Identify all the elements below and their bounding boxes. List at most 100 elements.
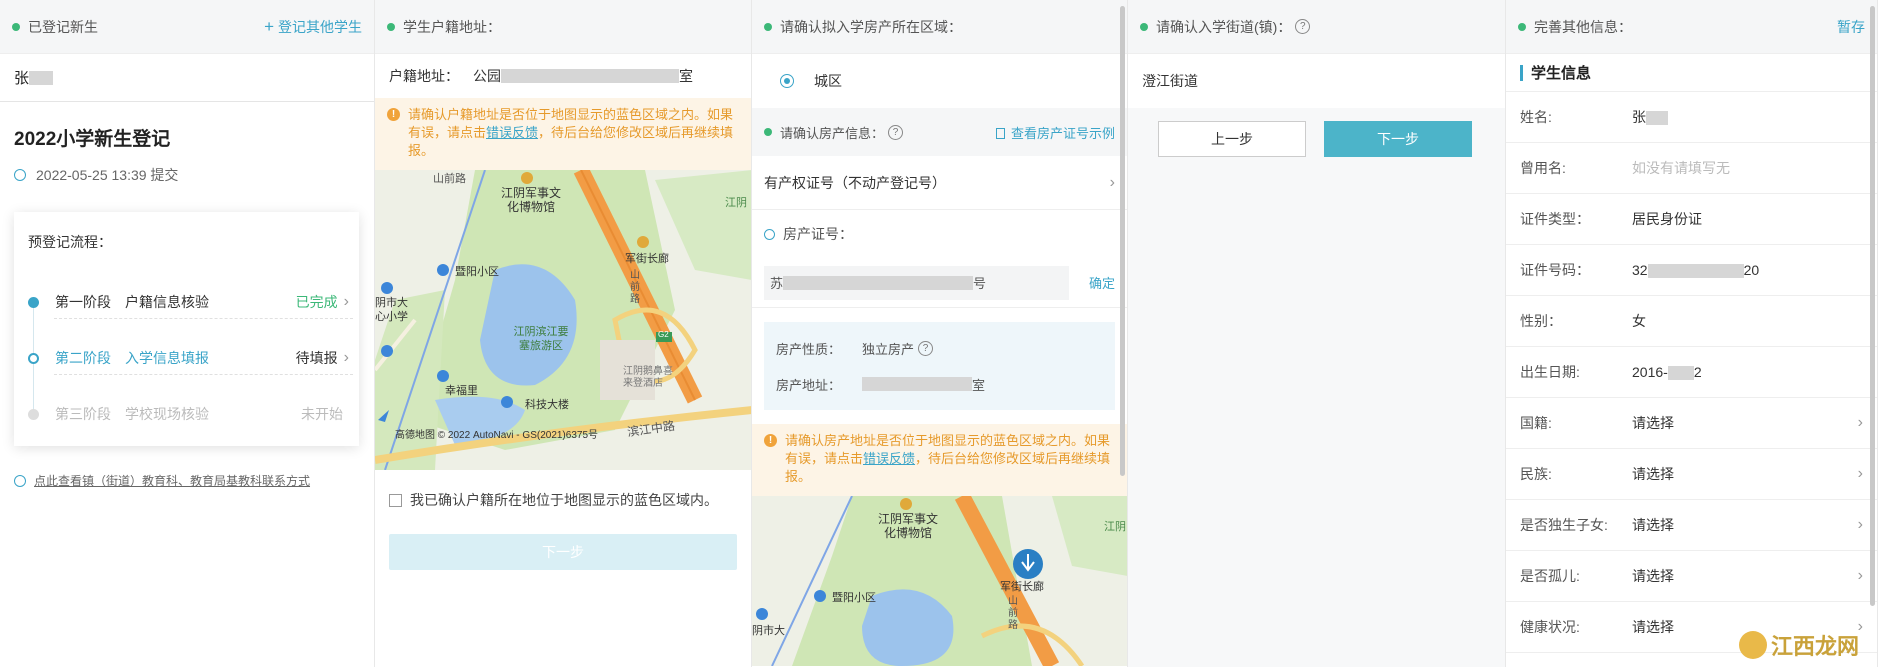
step-done-icon bbox=[28, 296, 39, 308]
step-phase: 第三阶段 bbox=[55, 406, 111, 422]
field-label: 证件号码： bbox=[1520, 262, 1590, 278]
help-icon[interactable]: ? bbox=[918, 340, 934, 356]
plus-icon: + bbox=[264, 16, 275, 36]
map-canvas bbox=[752, 496, 1127, 666]
field-orphan[interactable]: 是否孤儿: 请选择 › bbox=[1506, 551, 1877, 602]
field-label: 是否独生子女: bbox=[1520, 517, 1608, 533]
next-button-disabled[interactable]: 下一步 bbox=[389, 534, 737, 570]
property-nature-value: 独立房产 bbox=[862, 341, 915, 357]
section-bar bbox=[1520, 64, 1523, 81]
field-label: 民族: bbox=[1520, 466, 1552, 482]
field-value-suffix: 2 bbox=[1693, 363, 1702, 380]
status-dot-icon bbox=[764, 22, 772, 31]
redacted-property-address bbox=[862, 377, 972, 391]
search-icon bbox=[764, 228, 775, 240]
clock-icon bbox=[14, 169, 26, 181]
chevron-right-icon: › bbox=[1857, 465, 1863, 482]
cert-number-suffix: 号 bbox=[973, 276, 987, 291]
field-former-name[interactable]: 曾用名: 如没有请填写无 bbox=[1506, 143, 1877, 194]
submitted-time: 2022-05-25 13:39 提交 bbox=[0, 151, 374, 185]
step-name: 入学信息填报 bbox=[125, 350, 209, 366]
panel-title: 请确认拟入学房产所在区域： bbox=[780, 18, 962, 35]
field-birthdate[interactable]: 出生日期: 2016- 2 bbox=[1506, 347, 1877, 398]
property-nature-row: 房产性质： 独立房产 ? bbox=[776, 330, 1103, 366]
chevron-right-icon: › bbox=[343, 293, 349, 310]
field-ethnicity[interactable]: 民族: 请选择 › bbox=[1506, 449, 1877, 500]
register-other-label: 登记其他学生 bbox=[278, 18, 362, 35]
radio-selected-icon[interactable] bbox=[780, 74, 794, 88]
confirm-checkbox-row[interactable]: 我已确认户籍所在地位于地图显示的蓝色区域内。 bbox=[375, 470, 751, 510]
cert-example-link[interactable]: 查看房产证号示例 bbox=[995, 123, 1115, 142]
property-map[interactable]: 江阴军事文化博物馆 江阴 军街长廊 暨阳小区 山前路 阴市大 bbox=[752, 496, 1127, 666]
step-1[interactable]: 第一阶段 户籍信息核验 已完成 › bbox=[28, 274, 349, 330]
household-map[interactable]: 山前路 江阴军事文化博物馆 江阴 军街长廊 暨阳小区 阴市大心小学 江阴滨江要塞… bbox=[375, 170, 751, 470]
map-area-label: 江阴 bbox=[1104, 521, 1126, 533]
household-address: 户籍地址： 公园 室 bbox=[375, 54, 751, 98]
error-feedback-link[interactable]: 错误反馈 bbox=[486, 125, 538, 140]
process-title: 预登记流程： bbox=[28, 234, 112, 250]
watermark: 江西龙网 bbox=[1738, 629, 1859, 661]
panel-title: 学生户籍地址： bbox=[403, 18, 501, 35]
document-icon bbox=[995, 127, 1005, 139]
status-dot-icon bbox=[12, 22, 20, 31]
field-name[interactable]: 姓名: 张 bbox=[1506, 92, 1877, 143]
map-road-label-vertical: 山前路 bbox=[1008, 596, 1018, 631]
address-suffix: 室 bbox=[679, 68, 693, 84]
map-road-label: 山前路 bbox=[433, 173, 466, 185]
map-poi-xingfuli: 幸福里 bbox=[445, 385, 478, 397]
panel-header: 学生户籍地址： bbox=[375, 0, 751, 54]
address-label: 户籍地址： bbox=[389, 68, 459, 84]
property-info-box: 房产性质： 独立房产 ? 房产地址： 室 bbox=[764, 322, 1115, 410]
scrollbar[interactable] bbox=[1120, 6, 1125, 476]
tab-student[interactable]: 张 bbox=[0, 54, 374, 102]
help-icon[interactable]: ? bbox=[1295, 19, 1311, 34]
save-draft-button[interactable]: 暂存 bbox=[1837, 17, 1865, 37]
cert-example-text: 查看房产证号示例 bbox=[1010, 125, 1115, 141]
panel-header: 完善其他信息： 暂存 bbox=[1506, 0, 1877, 54]
status-dot-icon bbox=[387, 22, 395, 31]
map-canvas bbox=[375, 170, 751, 470]
panel-title: 已登记新生 bbox=[28, 18, 98, 35]
cert-number-input[interactable]: 苏 号 bbox=[764, 265, 1069, 300]
household-address-panel: 学生户籍地址： 户籍地址： 公园 室 ! 请确认户籍地址是否位于地图显示的蓝色区… bbox=[375, 0, 752, 667]
field-gender[interactable]: 性别： 女 bbox=[1506, 296, 1877, 347]
map-poi-residential: 暨阳小区 bbox=[455, 266, 499, 278]
next-button[interactable]: 下一步 bbox=[1324, 121, 1472, 157]
confirm-button[interactable]: 确定 bbox=[1089, 273, 1115, 292]
field-label: 国籍: bbox=[1520, 415, 1552, 431]
map-poi-museum: 江阴军事文化博物馆 bbox=[878, 512, 939, 540]
area-radio-option[interactable]: 城区 bbox=[752, 54, 1127, 108]
map-poi-plaza: 军街长廊 bbox=[625, 253, 669, 265]
field-id-type[interactable]: 证件类型： 居民身份证 bbox=[1506, 194, 1877, 245]
field-nationality[interactable]: 国籍: 请选择 › bbox=[1506, 398, 1877, 449]
scrollbar[interactable] bbox=[1870, 6, 1875, 606]
confirm-checkbox[interactable] bbox=[389, 493, 402, 507]
field-label: 性别： bbox=[1520, 313, 1562, 329]
map-warning: ! 请确认户籍地址是否位于地图显示的蓝色区域之内。如果有误，请点击错误反馈，待后… bbox=[375, 98, 751, 170]
former-name-input[interactable]: 如没有请填写无 bbox=[1632, 158, 1863, 178]
register-other-button[interactable]: + 登记其他学生 bbox=[264, 17, 362, 37]
step-phase: 第二阶段 bbox=[55, 350, 111, 366]
map-poi-school: 阴市大心小学 bbox=[375, 297, 408, 323]
address-prefix: 公园 bbox=[473, 68, 501, 84]
field-only-child[interactable]: 是否独生子女: 请选择 › bbox=[1506, 500, 1877, 551]
map-area-label: 江阴 bbox=[725, 197, 747, 209]
field-value: 2016- 2 bbox=[1632, 363, 1863, 381]
step-2[interactable]: 第二阶段 入学信息填报 待填报 › bbox=[28, 330, 349, 386]
cert-type-select[interactable]: 有产权证号（不动产登记号） › bbox=[752, 156, 1127, 210]
redacted-address bbox=[501, 69, 679, 83]
field-label: 出生日期: bbox=[1520, 364, 1580, 380]
help-icon[interactable]: ? bbox=[888, 124, 904, 140]
contact-link[interactable]: 点此查看镇（街道）教育科、教育局基教科联系方式 bbox=[14, 472, 310, 489]
prev-button[interactable]: 上一步 bbox=[1158, 121, 1306, 157]
confirm-checkbox-label: 我已确认户籍所在地位于地图显示的蓝色区域内。 bbox=[410, 492, 718, 508]
error-feedback-link[interactable]: 错误反馈 bbox=[863, 451, 915, 466]
field-value-text: 2016- bbox=[1632, 363, 1668, 380]
property-info-header: 请确认房产信息： ? 查看房产证号示例 bbox=[752, 108, 1127, 156]
field-value: 张 bbox=[1632, 107, 1863, 127]
field-value-suffix: 20 bbox=[1743, 261, 1760, 278]
map-warning: ! 请确认房产地址是否位于地图显示的蓝色区域之内。如果有误，请点击错误反馈，待后… bbox=[752, 424, 1127, 496]
field-id-number[interactable]: 证件号码： 32 20 bbox=[1506, 245, 1877, 296]
section-title-text: 学生信息 bbox=[1531, 65, 1592, 82]
redacted-name bbox=[1646, 111, 1668, 126]
